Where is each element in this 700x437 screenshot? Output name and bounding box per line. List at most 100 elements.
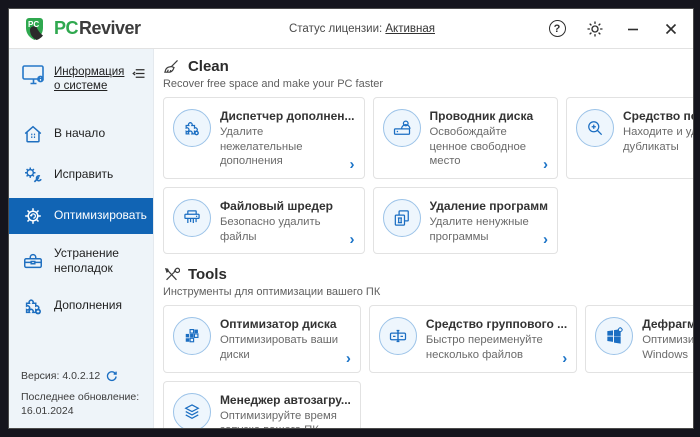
card-title: Файловый шредер (219, 199, 333, 214)
tools-section-header: Tools (163, 266, 687, 283)
gear-icon (587, 21, 603, 36)
chevron-right-icon: › (346, 426, 351, 428)
clean-section-subtitle: Recover free space and make your PC fast… (162, 78, 384, 90)
duplicate-finder-icon (575, 109, 614, 147)
card-disk-optimizer[interactable]: Оптимизатор диска Оптимизировать ваши ди… (162, 305, 361, 373)
clean-section-title: Clean (187, 58, 229, 75)
sidebar-item-label: Дополнения (54, 298, 122, 313)
card-desc: Освобождайте ценное свободное место (429, 126, 527, 168)
titlebar-buttons: ? (531, 19, 681, 39)
registry-defrag-icon (595, 317, 634, 356)
tools-icon (163, 266, 180, 283)
help-icon: ? (548, 20, 566, 37)
chevron-right-icon: › (349, 156, 355, 174)
card-registry-defrag[interactable]: Дефрагментация рее... Оптимизируйте реес… (585, 305, 693, 373)
card-title: Оптимизатор диска (219, 317, 337, 332)
card-title: Средство поиска дуб... (622, 109, 693, 123)
license-status-link[interactable]: Активная (385, 23, 435, 35)
close-icon (665, 23, 677, 34)
card-title: Дефрагментация рее... (642, 317, 693, 332)
sidebar-item-troubleshoot[interactable]: Устранение неполадок (9, 239, 153, 283)
card-title: Проводник диска (429, 109, 534, 123)
card-duplicate-finder[interactable]: Средство поиска дуб... Находите и удаляй… (565, 97, 693, 180)
card-desc: Оптимизировать ваши диски (219, 334, 339, 362)
card-startup-manager[interactable]: Менеджер автозагру... Оптимизируйте врем… (162, 380, 361, 428)
version-label: Версия: 4.0.2.12 (21, 370, 101, 383)
toolbox-icon (22, 250, 44, 272)
sidebar-item-label: Устранение неполадок (54, 245, 119, 275)
card-title: Удаление программ (429, 199, 548, 214)
minimize-button[interactable] (623, 19, 643, 39)
clean-section-header: Clean (163, 58, 687, 75)
system-info-row: Информация о системе (9, 57, 153, 104)
close-button[interactable] (661, 19, 681, 39)
collapse-sidebar-icon[interactable] (132, 63, 147, 81)
monitor-info-icon (21, 63, 47, 87)
gear-wrench-icon (22, 164, 44, 186)
titlebar: PC PCReviver Статус лицензии: Активная ? (9, 9, 693, 49)
main-content: Clean Recover free space and make your P… (153, 49, 693, 428)
puzzle-plus-icon (22, 295, 44, 317)
card-desc: Находите и удаляйте дубликаты (622, 126, 693, 153)
brand-pc: PC (54, 18, 79, 38)
card-desc: Удалите нежелательные дополнения (219, 126, 303, 168)
sidebar-item-optimize[interactable]: Оптимизировать (9, 197, 153, 234)
card-desc: Быстро переименуйте несколько файлов (425, 334, 543, 362)
clean-cards-grid: Диспетчер дополнен... Удалите нежелатель… (162, 97, 693, 255)
card-uninstall-programs[interactable]: Удаление программ Удалите ненужные прогр… (372, 187, 558, 255)
chevron-right-icon: › (345, 349, 351, 367)
app-body: Информация о системе В начало Исправить … (9, 49, 693, 428)
card-desc: Удалите ненужные программы (429, 216, 529, 243)
minimize-icon (628, 28, 638, 30)
card-file-shredder[interactable]: Файловый шредер Безопасно удалить файлы … (162, 187, 365, 255)
app-logo: PC PCReviver (23, 16, 193, 42)
batch-rename-icon (378, 317, 417, 356)
card-title: Средство группового ... (425, 317, 568, 332)
card-title: Менеджер автозагру... (219, 392, 351, 407)
sidebar-item-repair[interactable]: Исправить (9, 157, 153, 193)
chevron-right-icon: › (542, 231, 548, 249)
svg-text:PC: PC (28, 20, 39, 29)
sidebar-item-addons[interactable]: Дополнения (9, 288, 153, 324)
settings-button[interactable] (585, 19, 605, 39)
disk-optimizer-icon (172, 317, 211, 356)
startup-manager-icon (172, 392, 211, 428)
broom-icon (163, 58, 180, 75)
chevron-right-icon: › (349, 231, 355, 249)
card-title: Диспетчер дополнен... (219, 109, 355, 123)
home-icon (22, 123, 44, 145)
tools-section-title: Tools (187, 266, 227, 284)
sidebar-item-label: В начало (54, 126, 106, 141)
card-desc: Безопасно удалить файлы (219, 216, 321, 243)
pc-reviver-logo-icon: PC (23, 16, 49, 42)
sidebar-item-label: Оптимизировать (54, 208, 147, 223)
sidebar-footer: Версия: 4.0.2.12 Последнее обновление: 1… (9, 362, 153, 428)
tools-cards-grid: Оптимизатор диска Оптимизировать ваши ди… (162, 305, 693, 428)
license-label: Статус лицензии: (288, 22, 383, 35)
gear-optimize-icon (22, 205, 44, 227)
tools-section-subtitle: Инструменты для оптимизации вашего ПК (162, 286, 381, 299)
last-update-date: 16.01.2024 (21, 404, 74, 417)
chevron-right-icon: › (562, 349, 568, 367)
card-desc: Оптимизируйте время запуска вашего ПК (219, 409, 337, 428)
system-info-link[interactable]: Информация о системе (54, 63, 125, 94)
brand-reviver: Reviver (79, 18, 141, 38)
disk-explorer-icon (382, 109, 421, 147)
sidebar-nav: В начало Исправить Оптимизировать Устран… (9, 116, 153, 329)
chevron-right-icon: › (542, 156, 548, 174)
puzzle-icon (172, 109, 211, 147)
sidebar: Информация о системе В начало Исправить … (9, 49, 154, 428)
help-button[interactable]: ? (547, 19, 567, 39)
shredder-icon (172, 199, 211, 238)
card-batch-rename[interactable]: Средство группового ... Быстро переимену… (368, 305, 578, 373)
sidebar-item-home[interactable]: В начало (9, 116, 153, 152)
card-disk-explorer[interactable]: Проводник диска Освобождайте ценное своб… (372, 97, 558, 180)
brand-name: PCReviver (54, 18, 141, 39)
card-desc: Оптимизируйте реестр Windows (642, 334, 693, 362)
sidebar-item-label: Исправить (54, 167, 114, 182)
card-addon-manager[interactable]: Диспетчер дополнен... Удалите нежелатель… (162, 97, 365, 180)
last-update-label: Последнее обновление: (21, 390, 140, 403)
uninstall-icon (382, 199, 421, 238)
license-status: Статус лицензии: Активная (193, 23, 531, 35)
refresh-icon[interactable] (105, 370, 118, 383)
